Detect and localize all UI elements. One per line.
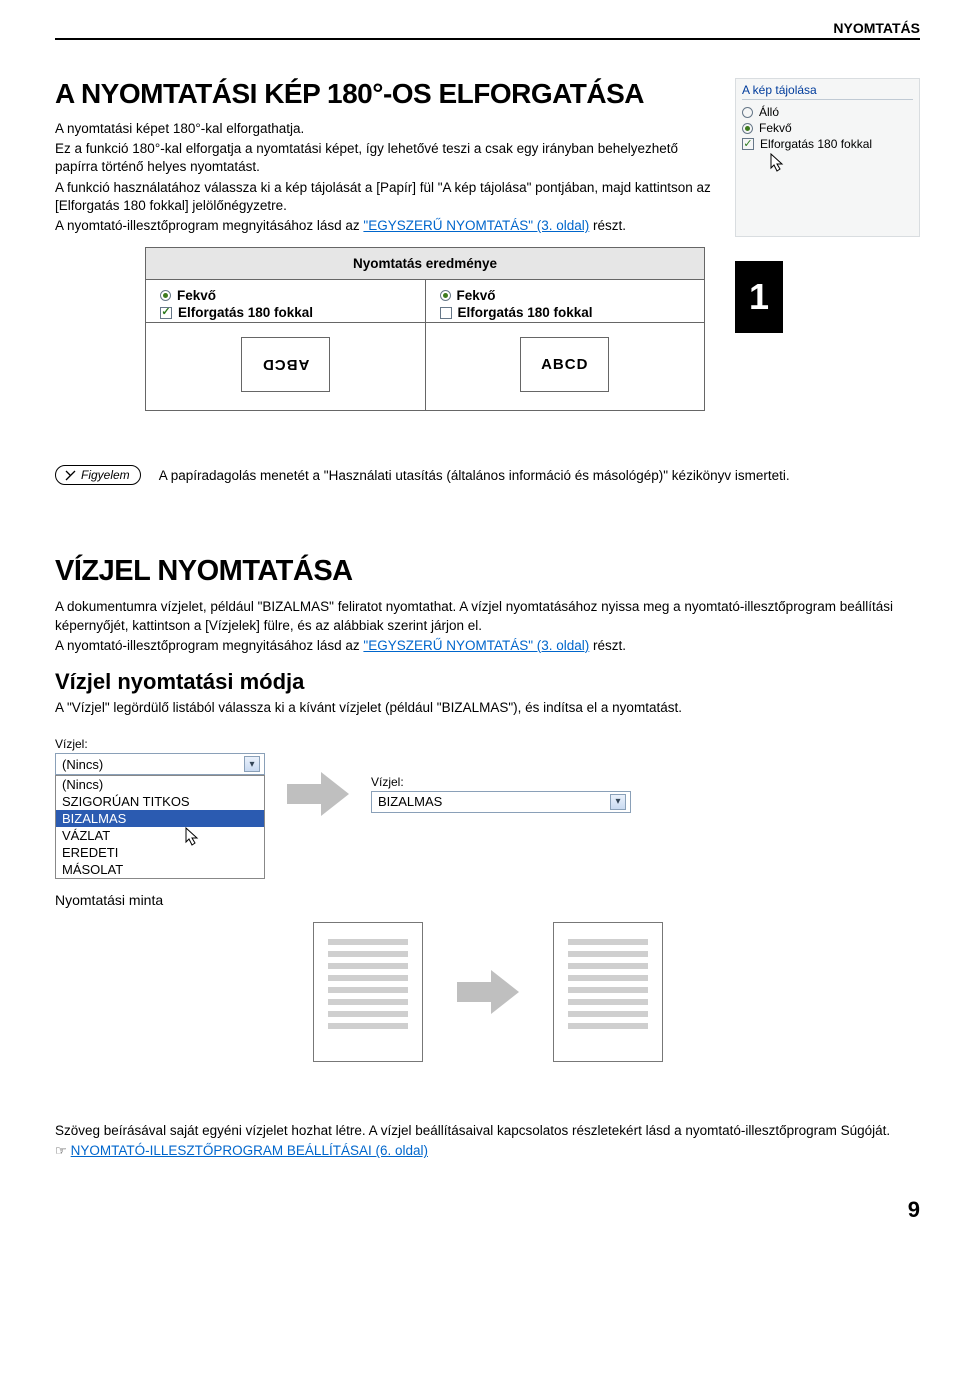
radio-filled-icon: [742, 123, 753, 134]
attention-icon: [64, 469, 77, 482]
watermark-select-left[interactable]: (Nincs) ▾: [55, 753, 265, 775]
orientation-radio-portrait[interactable]: Álló: [742, 105, 913, 119]
footer-link-row: ☞ NYOMTATÓ-ILLESZTŐPROGRAM BEÁLLÍTÁSAI (6…: [55, 1142, 920, 1160]
sample-row: [55, 922, 920, 1062]
list-item[interactable]: SZIGORÚAN TITKOS: [56, 793, 264, 810]
note-text: A papíradagolás menetét a "Használati ut…: [159, 468, 790, 483]
result-right-radio-label: Fekvő: [457, 288, 496, 303]
note-row: Figyelem A papíradagolás menetét a "Hasz…: [55, 465, 920, 485]
watermark-select-right[interactable]: BIZALMAS ▾: [371, 791, 631, 813]
list-item[interactable]: (Nincs): [56, 776, 264, 793]
rotate-title: A NYOMTATÁSI KÉP 180°-OS ELFORGATÁSA: [55, 78, 717, 110]
watermark-p2-post: részt.: [589, 638, 626, 653]
orientation-check-rotate180[interactable]: ✓ Elforgatás 180 fokkal: [742, 137, 913, 151]
watermark-title: VÍZJEL NYOMTATÁSA: [55, 555, 920, 588]
dropdown-illustration: Vízjel: (Nincs) ▾ (Nincs) SZIGORÚAN TITK…: [55, 737, 920, 850]
rotate-p4: A nyomtató-illesztőprogram megnyitásához…: [55, 217, 717, 235]
watermark-subtitle: Vízjel nyomtatási módja: [55, 669, 920, 695]
list-item-selected[interactable]: BIZALMAS: [56, 810, 264, 827]
orientation-panel: A kép tájolása Álló Fekvő ✓ Elforgatás 1…: [735, 78, 920, 237]
orientation-radio-portrait-label: Álló: [759, 105, 779, 119]
result-row: Nyomtatás eredménye Fekvő ✓ Elforgatás 18…: [55, 247, 920, 411]
radio-filled-icon: [160, 290, 171, 301]
orientation-radio-landscape[interactable]: Fekvő: [742, 121, 913, 135]
footer-p1: Szöveg beírásával saját egyéni vízjelet …: [55, 1122, 920, 1140]
arrow-right-icon: [457, 970, 519, 1014]
cursor-icon: [770, 153, 913, 176]
select-value-right: BIZALMAS: [378, 794, 442, 809]
dropdown-left-col: Vízjel: (Nincs) ▾ (Nincs) SZIGORÚAN TITK…: [55, 737, 265, 850]
result-left-options: Fekvő ✓ Elforgatás 180 fokkal: [146, 280, 426, 323]
cursor-icon: [185, 827, 265, 850]
checkbox-checked-icon: ✓: [742, 138, 754, 150]
list-item[interactable]: MÁSOLAT: [56, 861, 264, 878]
watermark-p2-pre: A nyomtató-illesztőprogram megnyitásához…: [55, 638, 363, 653]
result-left-check-label: Elforgatás 180 fokkal: [178, 305, 313, 320]
result-left-radio-label: Fekvő: [177, 288, 216, 303]
doc-thumb-before: [313, 922, 423, 1062]
chevron-down-icon: ▾: [244, 756, 260, 772]
page-section-header: NYOMTATÁS: [55, 20, 920, 40]
rotate-p3: A funkció használatához válassza ki a ké…: [55, 179, 717, 215]
result-head: Nyomtatás eredménye: [146, 248, 705, 280]
dropdown-label-right: Vízjel:: [371, 775, 631, 789]
watermark-p1: A dokumentumra vízjelet, például "BIZALM…: [55, 598, 920, 634]
figyelem-label: Figyelem: [81, 468, 130, 482]
page-tab-1: 1: [735, 261, 783, 333]
figyelem-badge: Figyelem: [55, 465, 141, 485]
checkbox-unchecked-icon: [440, 307, 452, 319]
link-driver-settings[interactable]: NYOMTATÓ-ILLESZTŐPROGRAM BEÁLLÍTÁSAI (6.…: [71, 1143, 428, 1158]
rotate-text-block: A NYOMTATÁSI KÉP 180°-OS ELFORGATÁSA A n…: [55, 78, 717, 237]
preview-page-right: ABCD: [520, 337, 609, 392]
dropdown-right-col: Vízjel: BIZALMAS ▾: [371, 775, 631, 813]
radio-icon: [742, 107, 753, 118]
result-left-preview-cell: ABCD: [146, 323, 426, 411]
result-table: Nyomtatás eredménye Fekvő ✓ Elforgatás 18…: [145, 247, 705, 411]
pointer-icon: ☞: [55, 1143, 67, 1158]
orientation-check-label: Elforgatás 180 fokkal: [760, 137, 872, 151]
rotate-p4-pre: A nyomtató-illesztőprogram megnyitásához…: [55, 218, 363, 233]
rotate-section: A NYOMTATÁSI KÉP 180°-OS ELFORGATÁSA A n…: [55, 78, 920, 237]
result-right-options: Fekvő Elforgatás 180 fokkal: [425, 280, 705, 323]
dropdown-label-left: Vízjel:: [55, 737, 265, 751]
select-value-left: (Nincs): [62, 757, 103, 772]
result-right-check-label: Elforgatás 180 fokkal: [458, 305, 593, 320]
orientation-panel-title: A kép tájolása: [742, 83, 913, 100]
doc-thumb-after: [553, 922, 663, 1062]
arrow-right-icon: [287, 772, 349, 816]
rotate-p4-post: részt.: [589, 218, 626, 233]
link-simple-print-2[interactable]: "EGYSZERŰ NYOMTATÁS" (3. oldal): [363, 638, 589, 653]
link-simple-print-1[interactable]: "EGYSZERŰ NYOMTATÁS" (3. oldal): [363, 218, 589, 233]
footer-note: Szöveg beírásával saját egyéni vízjelet …: [55, 1122, 920, 1160]
checkbox-checked-icon: ✓: [160, 307, 172, 319]
watermark-p3: A "Vízjel" legördülő listából válassza k…: [55, 699, 920, 717]
preview-text-flipped: ABCD: [262, 356, 309, 373]
sample-label: Nyomtatási minta: [55, 892, 920, 908]
result-right-preview-cell: ABCD: [425, 323, 705, 411]
preview-page-left: ABCD: [241, 337, 330, 392]
rotate-p2: Ez a funkció 180°-kal elforgatja a nyomt…: [55, 140, 717, 176]
orientation-radio-landscape-label: Fekvő: [759, 121, 792, 135]
watermark-p2: A nyomtató-illesztőprogram megnyitásához…: [55, 637, 920, 655]
rotate-p1: A nyomtatási képet 180°-kal elforgathatj…: [55, 120, 717, 138]
page-number: 9: [55, 1197, 920, 1223]
radio-filled-icon: [440, 290, 451, 301]
chevron-down-icon: ▾: [610, 794, 626, 810]
